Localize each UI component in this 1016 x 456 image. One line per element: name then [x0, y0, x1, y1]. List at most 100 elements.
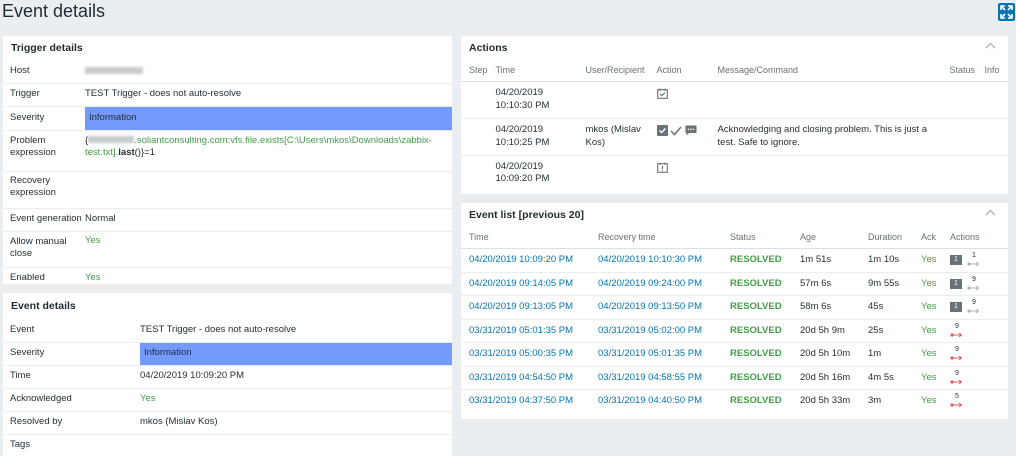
message-count: 1 — [954, 303, 958, 311]
problem-expression-label: Problem expression — [3, 130, 85, 172]
status-cell — [945, 118, 981, 156]
table-row: Problem expression {.soliantconsulting.c… — [3, 130, 452, 172]
actions-count-icon[interactable]: 9 — [950, 369, 964, 385]
age-value: 57m 6s — [796, 272, 864, 296]
event-time-link[interactable]: 04/20/2019 10:09:20 PM — [461, 248, 594, 273]
actions-count: 9 — [972, 275, 976, 283]
calendar-check-icon — [656, 88, 668, 99]
table-row: Host — [3, 60, 452, 84]
status-badge: RESOLVED — [726, 366, 796, 390]
collapse-chevron-icon[interactable] — [985, 209, 996, 216]
actions-count-icon[interactable]: 5 — [950, 393, 964, 408]
column-user-recipient: User/Recipient — [581, 60, 653, 82]
recovery-time-link[interactable]: 03/31/2019 04:40:50 PM — [594, 390, 726, 414]
ack-link[interactable]: Yes — [917, 272, 946, 296]
message-cell: Acknowledging and closing problem. This … — [713, 118, 946, 156]
recovery-time-link[interactable]: 04/20/2019 09:13:50 PM — [594, 295, 726, 320]
fullscreen-icon — [1000, 5, 1013, 19]
message-count: 1 — [954, 255, 958, 263]
trigger-details-title: Trigger details — [11, 42, 83, 54]
age-value: 20d 5h 16m — [796, 366, 864, 390]
ack-link[interactable]: Yes — [917, 366, 946, 390]
actions-count: 5 — [955, 393, 959, 401]
column-status: Status — [945, 60, 981, 82]
column-age: Age — [796, 227, 864, 249]
column-time: Time — [491, 60, 582, 82]
ack-link[interactable]: Yes — [917, 390, 946, 414]
acknowledged-value[interactable]: Yes — [140, 388, 452, 412]
table-row: Enabled Yes — [3, 267, 452, 289]
page-header: Event details — [0, 0, 1016, 26]
recovery-time-link[interactable]: 03/31/2019 05:01:35 PM — [594, 342, 726, 367]
event-severity-value: Information — [140, 342, 452, 366]
status-badge: RESOLVED — [730, 395, 782, 407]
step-cell — [461, 81, 492, 119]
column-recovery-time: Recovery time — [594, 227, 726, 249]
status-cell — [945, 81, 981, 119]
message-count-icon[interactable]: 1 — [950, 278, 962, 289]
event-time-link[interactable]: 03/31/2019 05:01:35 PM — [461, 319, 594, 343]
message-count-icon[interactable]: 1 — [950, 302, 962, 313]
event-time-link[interactable]: 04/20/2019 09:14:05 PM — [461, 272, 594, 296]
ack-link[interactable]: Yes — [917, 295, 946, 320]
event-generation-label: Event generation — [3, 208, 85, 232]
user-cell: mkos (Mislav Kos) — [581, 118, 653, 156]
expression-function: last — [118, 147, 135, 158]
event-generation-value: Normal — [85, 208, 452, 232]
time-label: Time — [3, 365, 140, 389]
recovery-time-link[interactable]: 04/20/2019 09:24:00 PM — [594, 272, 726, 296]
problem-expression-value: {.soliantconsulting.com:vfs.file.exists[… — [85, 130, 452, 172]
column-action: Action — [652, 60, 714, 82]
table-row: 04/20/2019 10:10:30 PM — [461, 81, 1008, 119]
trigger-label: Trigger — [3, 83, 85, 107]
severity-label: Severity — [3, 106, 85, 131]
recovery-time-link[interactable]: 03/31/2019 05:02:00 PM — [594, 319, 726, 343]
actions-count: 9 — [955, 369, 959, 377]
redacted-hostname — [85, 66, 143, 74]
event-time-link[interactable]: 03/31/2019 05:00:35 PM — [461, 342, 594, 367]
event-list-title: Event list [previous 20] — [469, 209, 584, 221]
duration-value: 3m — [868, 395, 882, 407]
age-value: 58m 6s — [796, 295, 864, 320]
acknowledged-label: Acknowledged — [3, 388, 140, 412]
actions-count-icon[interactable]: 9 — [967, 275, 981, 291]
column-time: Time — [461, 227, 594, 249]
status-badge: RESOLVED — [726, 295, 796, 320]
allow-manual-close-label: Allow manual close — [3, 231, 85, 268]
calendar-exclamation-icon — [656, 162, 668, 173]
column-step: Step — [461, 60, 492, 82]
event-time-link[interactable]: 03/31/2019 04:54:50 PM — [461, 366, 594, 390]
step-cell — [461, 155, 492, 191]
recovery-time-link[interactable]: 04/20/2019 10:10:30 PM — [594, 248, 726, 273]
recovery-expression-label: Recovery expression — [3, 171, 85, 209]
recovery-time-link[interactable]: 03/31/2019 04:58:55 PM — [594, 366, 726, 390]
collapse-chevron-icon[interactable] — [985, 42, 996, 49]
actions-count-icon[interactable]: 9 — [950, 323, 964, 338]
ack-link[interactable]: Yes — [917, 319, 946, 343]
resolved-by-label: Resolved by — [3, 411, 140, 435]
event-time-link[interactable]: 04/20/2019 09:13:05 PM — [461, 295, 594, 320]
user-cell — [582, 155, 653, 191]
message-count-icon[interactable]: 1 — [950, 254, 962, 265]
actions-count-icon[interactable]: 9 — [967, 299, 981, 314]
table-row: Time 04/20/2019 10:09:20 PM — [3, 365, 452, 389]
ack-link[interactable]: Yes — [917, 248, 946, 273]
duration-value: 45s — [864, 295, 917, 320]
actions-count-icon[interactable]: 1 — [967, 252, 981, 267]
trigger-value: TEST Trigger - does not auto-resolve — [85, 83, 452, 107]
actions-count-icon[interactable]: 9 — [950, 346, 964, 361]
enabled-label: Enabled — [10, 272, 45, 283]
time-cell: 04/20/2019 10:10:25 PM — [491, 118, 582, 156]
event-value: TEST Trigger - does not auto-resolve — [140, 319, 452, 343]
column-ack: Ack — [917, 227, 946, 249]
duration-value: 1m — [864, 342, 917, 367]
user-cell — [581, 81, 653, 119]
action-cell — [652, 81, 714, 119]
fullscreen-button[interactable] — [998, 3, 1015, 21]
age-value: 1m 51s — [796, 248, 864, 273]
ack-link[interactable]: Yes — [917, 342, 946, 367]
actions-cell: 19 — [946, 272, 1008, 296]
table-row: 04/20/2019 10:09:20 PM — [461, 155, 1008, 191]
age-value: 20d 5h 9m — [796, 319, 864, 343]
event-time-link[interactable]: 03/31/2019 04:37:50 PM — [461, 390, 594, 414]
